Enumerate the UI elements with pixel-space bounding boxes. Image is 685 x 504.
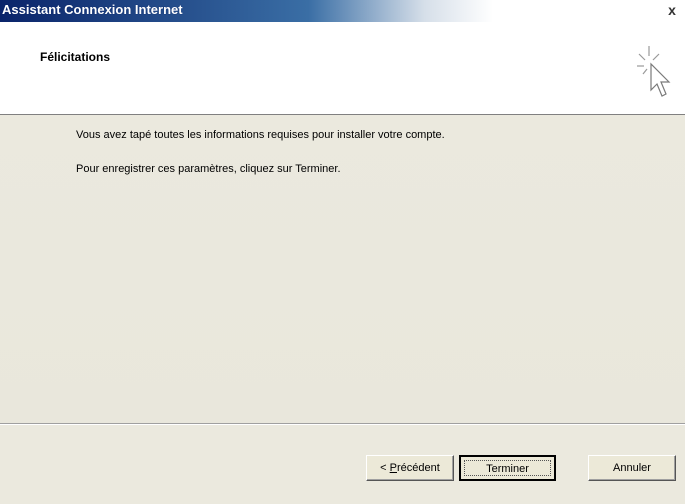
window-title: Assistant Connexion Internet — [2, 2, 183, 17]
cancel-button[interactable]: Annuler — [588, 455, 676, 481]
info-text-line2: Pour enregistrer ces paramètres, cliquez… — [76, 163, 341, 175]
wizard-body: Vous avez tapé toutes les informations r… — [0, 115, 685, 423]
wizard-header: Félicitations — [0, 22, 685, 115]
focus-rectangle — [464, 460, 551, 476]
finish-button[interactable]: Terminer — [459, 455, 556, 481]
wizard-window: Assistant Connexion Internet x Félicitat… — [0, 0, 685, 504]
previous-button-mnemonic: P — [389, 462, 397, 474]
close-icon[interactable]: x — [665, 2, 679, 18]
wizard-cursor-icon — [637, 46, 671, 97]
previous-button-label: récédent — [397, 462, 440, 474]
previous-button-prefix: < — [380, 462, 390, 474]
previous-button[interactable]: < Précédent — [366, 455, 454, 481]
info-text-line1: Vous avez tapé toutes les informations r… — [76, 129, 445, 141]
wizard-footer: < Précédent Terminer Annuler — [0, 425, 685, 504]
title-bar[interactable]: Assistant Connexion Internet x — [0, 0, 685, 22]
page-title: Félicitations — [40, 50, 111, 64]
cancel-button-label: Annuler — [613, 462, 651, 474]
